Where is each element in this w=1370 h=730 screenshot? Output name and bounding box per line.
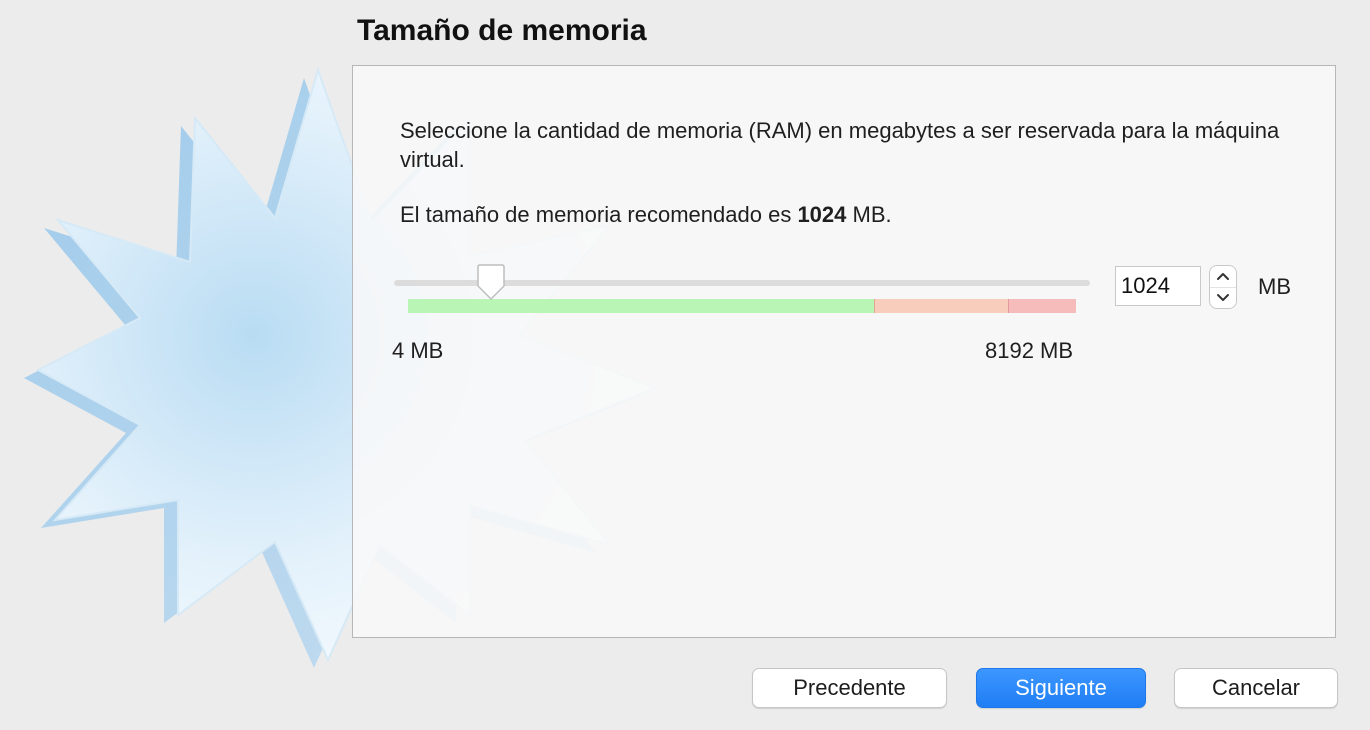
recommended-suffix: MB.	[846, 202, 892, 227]
page-title: Tamaño de memoria	[357, 14, 647, 47]
back-button[interactable]: Precedente	[752, 668, 947, 708]
memory-size-input[interactable]	[1115, 266, 1201, 306]
stepper-down-button[interactable]	[1210, 287, 1236, 308]
memory-unit-label: MB	[1258, 274, 1291, 299]
recommended-value: 1024	[797, 202, 847, 227]
description-text: Seleccione la cantidad de memoria (RAM) …	[400, 118, 1280, 172]
memory-min-label: 4 MB	[392, 338, 444, 363]
memory-max-label: 8192 MB	[985, 338, 1074, 363]
range-warning-segment	[874, 299, 1009, 313]
chevron-down-icon	[1217, 294, 1229, 301]
range-danger-segment	[1008, 299, 1076, 313]
chevron-up-icon	[1217, 273, 1229, 280]
recommended-text: El tamaño de memoria recomendado es 1024…	[400, 200, 892, 229]
next-button[interactable]: Siguiente	[976, 668, 1146, 708]
cancel-button[interactable]: Cancelar	[1174, 668, 1338, 708]
memory-slider-thumb[interactable]	[474, 264, 508, 302]
stepper-up-button[interactable]	[1210, 266, 1236, 287]
recommended-prefix: El tamaño de memoria recomendado es	[400, 202, 798, 227]
memory-stepper[interactable]	[1210, 266, 1236, 308]
